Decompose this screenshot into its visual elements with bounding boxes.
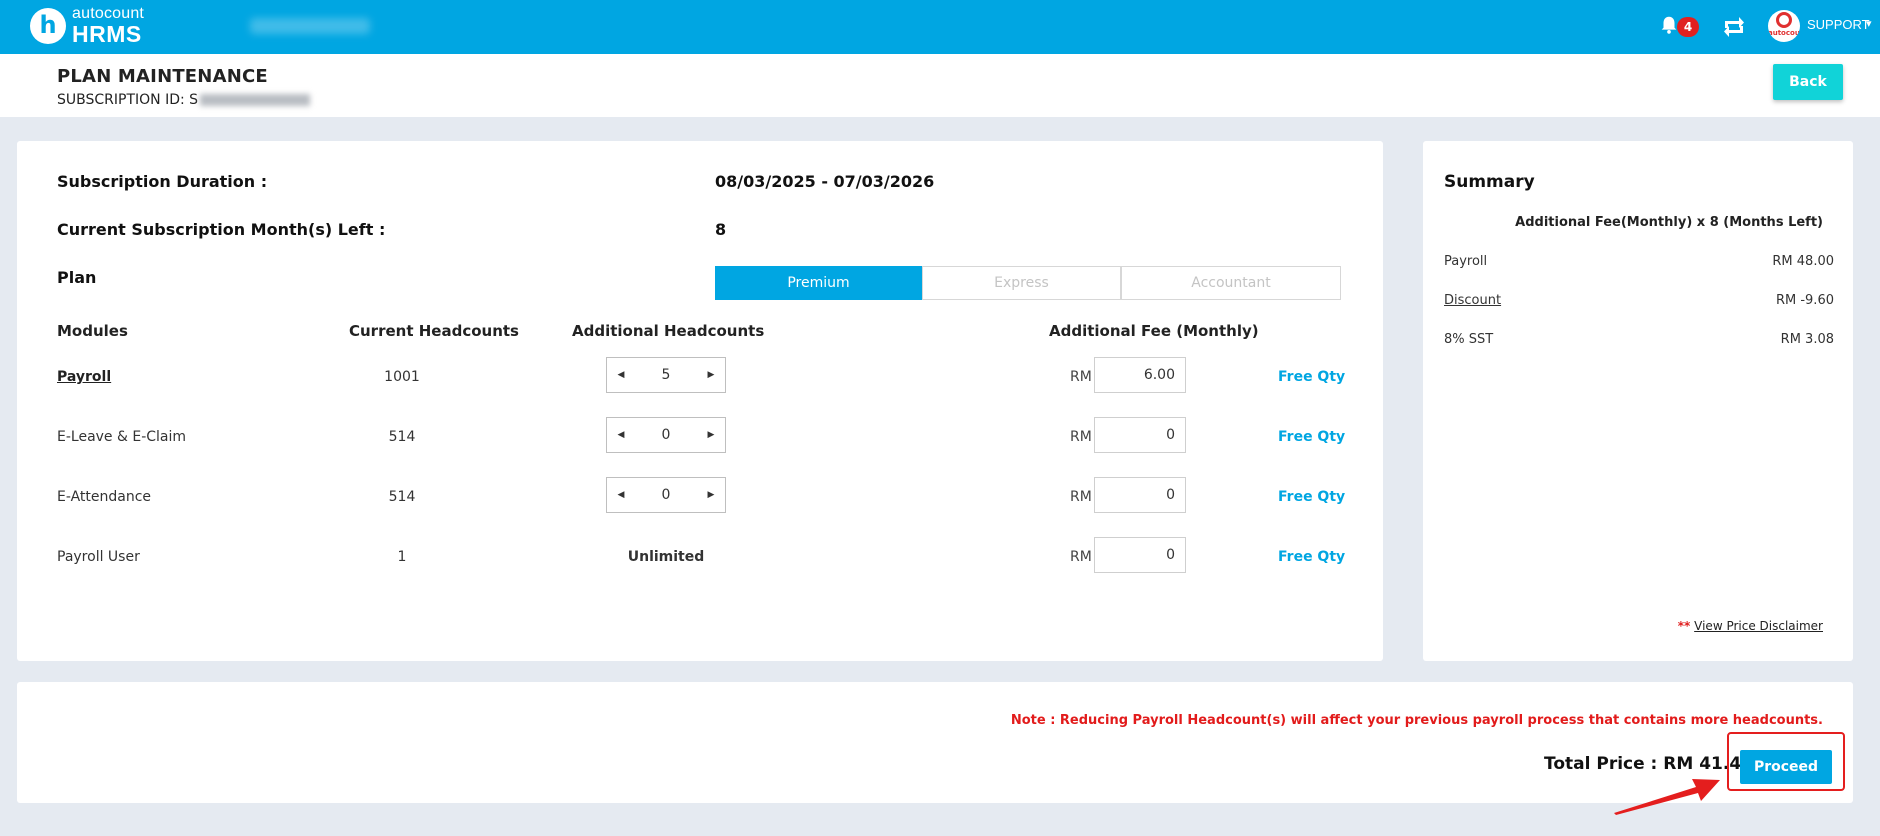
stepper-value[interactable]: 5 <box>635 358 697 392</box>
notification-count-badge: 4 <box>1677 17 1699 37</box>
currency-label: RM <box>1070 369 1092 385</box>
fee-input[interactable]: 0 <box>1094 477 1186 513</box>
plan-selector: Premium Express Accountant <box>715 266 1341 300</box>
fee-input[interactable]: 0 <box>1094 417 1186 453</box>
view-price-disclaimer-link[interactable]: View Price Disclaimer <box>1694 619 1823 633</box>
disclaimer-stars: ** <box>1677 619 1691 633</box>
months-left-label: Current Subscription Month(s) Left : <box>57 220 386 239</box>
switch-company-icon[interactable] <box>1720 12 1748 40</box>
summary-title: Summary <box>1444 172 1535 192</box>
module-name-eattendance: E-Attendance <box>57 489 152 505</box>
currency-label: RM <box>1070 549 1092 565</box>
increment-icon[interactable]: ▶ <box>697 358 725 392</box>
duration-value: 08/03/2025 - 07/03/2026 <box>715 172 935 191</box>
decrement-icon[interactable]: ◀ <box>607 478 635 512</box>
summary-card: Summary Additional Fee(Monthly) x 8 (Mon… <box>1423 141 1853 661</box>
plan-details-card: Subscription Duration : 08/03/2025 - 07/… <box>17 141 1383 661</box>
stepper-value[interactable]: 0 <box>635 478 697 512</box>
summary-row-label: 8% SST <box>1444 332 1494 347</box>
plan-label: Plan <box>57 268 97 287</box>
summary-row-value: RM 48.00 <box>1772 254 1834 269</box>
current-headcount: 1001 <box>384 369 420 385</box>
page-header: PLAN MAINTENANCE SUBSCRIPTION ID: S Back <box>0 54 1880 117</box>
current-headcount: 1 <box>397 549 407 565</box>
increment-icon[interactable]: ▶ <box>697 478 725 512</box>
stepper-value[interactable]: 0 <box>635 418 697 452</box>
current-headcount: 514 <box>388 429 416 445</box>
plan-tab-express[interactable]: Express <box>922 266 1121 300</box>
top-navigation-bar: h autocount HRMS 4 autocount SUPPORT ▾ <box>0 0 1880 54</box>
fee-input[interactable]: 6.00 <box>1094 357 1186 393</box>
free-qty-link[interactable]: Free Qty <box>1278 429 1345 445</box>
currency-label: RM <box>1070 429 1092 445</box>
months-left-value: 8 <box>715 220 727 239</box>
plan-tab-accountant[interactable]: Accountant <box>1121 266 1341 300</box>
headcount-stepper[interactable]: ◀ 0 ▶ <box>606 477 726 513</box>
header-additional-fee: Additional Fee (Monthly) <box>1049 322 1259 340</box>
additional-headcount-unlimited: Unlimited <box>627 549 705 565</box>
headcount-stepper[interactable]: ◀ 5 ▶ <box>606 357 726 393</box>
free-qty-link[interactable]: Free Qty <box>1278 549 1345 565</box>
free-qty-link[interactable]: Free Qty <box>1278 369 1345 385</box>
summary-row: Payroll RM 48.00 <box>1444 254 1834 269</box>
checkout-card: Note : Reducing Payroll Headcount(s) wil… <box>17 682 1853 803</box>
chevron-down-icon[interactable]: ▾ <box>1866 17 1872 30</box>
page-title: PLAN MAINTENANCE <box>57 66 268 87</box>
subscription-id: SUBSCRIPTION ID: S <box>57 92 311 108</box>
discount-link[interactable]: Discount <box>1444 293 1501 308</box>
summary-row-value: RM -9.60 <box>1775 293 1834 308</box>
annotation-arrow-icon <box>1614 779 1720 815</box>
summary-row-label: Payroll <box>1444 254 1488 269</box>
current-headcount: 514 <box>388 489 416 505</box>
decrement-icon[interactable]: ◀ <box>607 358 635 392</box>
summary-row: 8% SST RM 3.08 <box>1444 332 1834 347</box>
header-modules: Modules <box>57 322 128 340</box>
back-button[interactable]: Back <box>1773 64 1843 100</box>
price-disclaimer: ** View Price Disclaimer <box>1678 619 1823 633</box>
free-qty-link[interactable]: Free Qty <box>1278 489 1345 505</box>
summary-row-value: RM 3.08 <box>1780 332 1834 347</box>
module-name-payroll[interactable]: Payroll <box>57 369 111 385</box>
headcount-warning-note: Note : Reducing Payroll Headcount(s) wil… <box>1010 713 1823 728</box>
increment-icon[interactable]: ▶ <box>697 418 725 452</box>
user-menu-label[interactable]: SUPPORT <box>1807 17 1870 32</box>
duration-label: Subscription Duration : <box>57 172 268 191</box>
currency-label: RM <box>1070 489 1092 505</box>
summary-subtitle: Additional Fee(Monthly) x 8 (Months Left… <box>1515 215 1823 230</box>
summary-row: Discount RM -9.60 <box>1444 293 1834 308</box>
plan-tab-premium[interactable]: Premium <box>715 266 922 300</box>
logo-mark[interactable]: h <box>30 8 66 44</box>
logo-product-text: HRMS <box>72 21 142 47</box>
blurred-nav-item <box>250 18 370 34</box>
fee-input[interactable]: 0 <box>1094 537 1186 573</box>
header-current-headcounts: Current Headcounts <box>349 322 519 340</box>
decrement-icon[interactable]: ◀ <box>607 418 635 452</box>
module-name-eleave: E-Leave & E-Claim <box>57 429 187 445</box>
user-avatar[interactable]: autocount <box>1768 10 1800 42</box>
header-additional-headcounts: Additional Headcounts <box>572 322 765 340</box>
module-name-payroll-user: Payroll User <box>57 549 140 565</box>
annotation-highlight-box <box>1727 732 1845 791</box>
headcount-stepper[interactable]: ◀ 0 ▶ <box>606 417 726 453</box>
